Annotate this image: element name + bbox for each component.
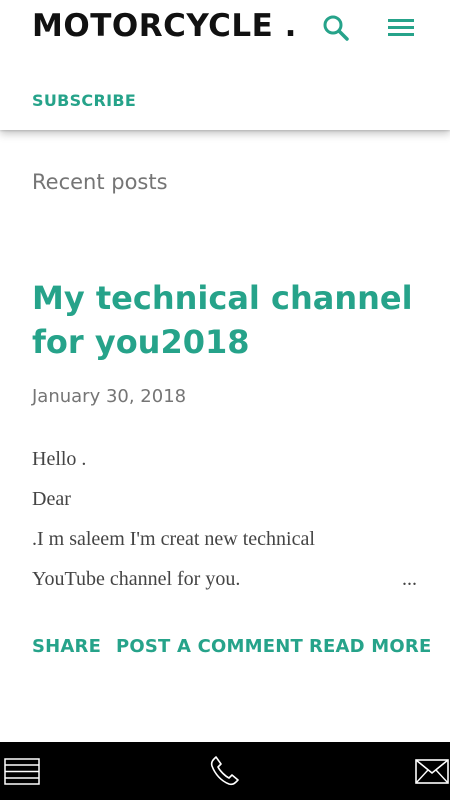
- menu-button[interactable]: [384, 12, 418, 44]
- bottom-call-button[interactable]: [205, 742, 245, 800]
- post-title[interactable]: My technical channel for you2018: [32, 276, 422, 364]
- post-comment-button[interactable]: POST A COMMENT: [116, 636, 303, 657]
- subscribe-button[interactable]: SUBSCRIBE: [32, 91, 136, 110]
- bottom-menu-button[interactable]: [2, 742, 42, 800]
- post-date[interactable]: January 30, 2018: [32, 386, 186, 407]
- snippet-line: YouTube channel for you.: [32, 568, 241, 590]
- search-button[interactable]: [320, 12, 352, 44]
- bottom-mail-button[interactable]: [412, 742, 450, 800]
- phone-icon: [210, 756, 239, 786]
- post-actions: SHARE POST A COMMENT READ MORE: [32, 636, 432, 662]
- read-more-button[interactable]: READ MORE: [309, 636, 431, 657]
- snippet-line: Hello .: [32, 448, 87, 470]
- post-snippet: Hello . Dear .I m saleem I'm creat new t…: [32, 446, 422, 606]
- snippet-ellipsis: ...: [402, 568, 417, 590]
- section-heading-recent-posts: Recent posts: [32, 170, 168, 194]
- bottom-action-bar: [0, 742, 450, 800]
- search-icon: [323, 15, 349, 41]
- mail-icon: [415, 759, 449, 784]
- header-bar: MOTORCYCLE ... SUBSCRIBE: [0, 0, 450, 130]
- site-title[interactable]: MOTORCYCLE ...: [32, 8, 294, 44]
- share-button[interactable]: SHARE: [32, 636, 101, 657]
- snippet-line: .I m saleem I'm creat new technical: [32, 528, 315, 550]
- snippet-line: Dear: [32, 488, 71, 510]
- list-icon: [4, 758, 40, 785]
- hamburger-menu-icon: [388, 19, 414, 36]
